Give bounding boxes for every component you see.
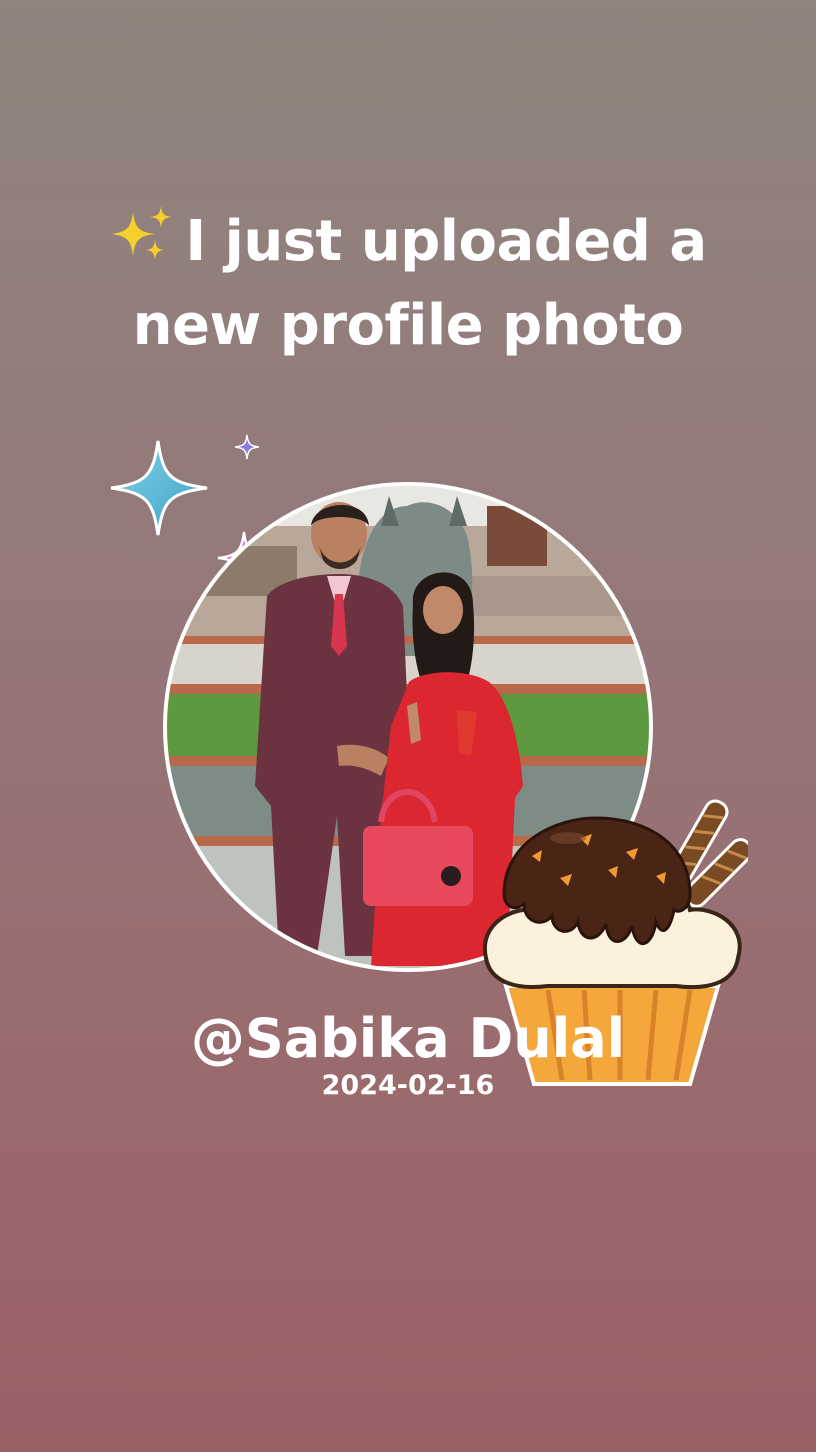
headline: I just uploaded a new profile photo bbox=[0, 200, 816, 368]
profile-username[interactable]: @Sabika Dulal bbox=[0, 1004, 816, 1074]
violet-sparkle-icon bbox=[234, 434, 260, 460]
sparkles-emoji-icon bbox=[109, 204, 181, 266]
teal-sparkle-icon bbox=[110, 440, 208, 536]
headline-text-1: I just uploaded a bbox=[185, 209, 707, 274]
upload-date: 2024-02-16 bbox=[321, 1070, 495, 1101]
headline-line-1: I just uploaded a bbox=[0, 200, 816, 284]
headline-line-2: new profile photo bbox=[132, 293, 684, 358]
